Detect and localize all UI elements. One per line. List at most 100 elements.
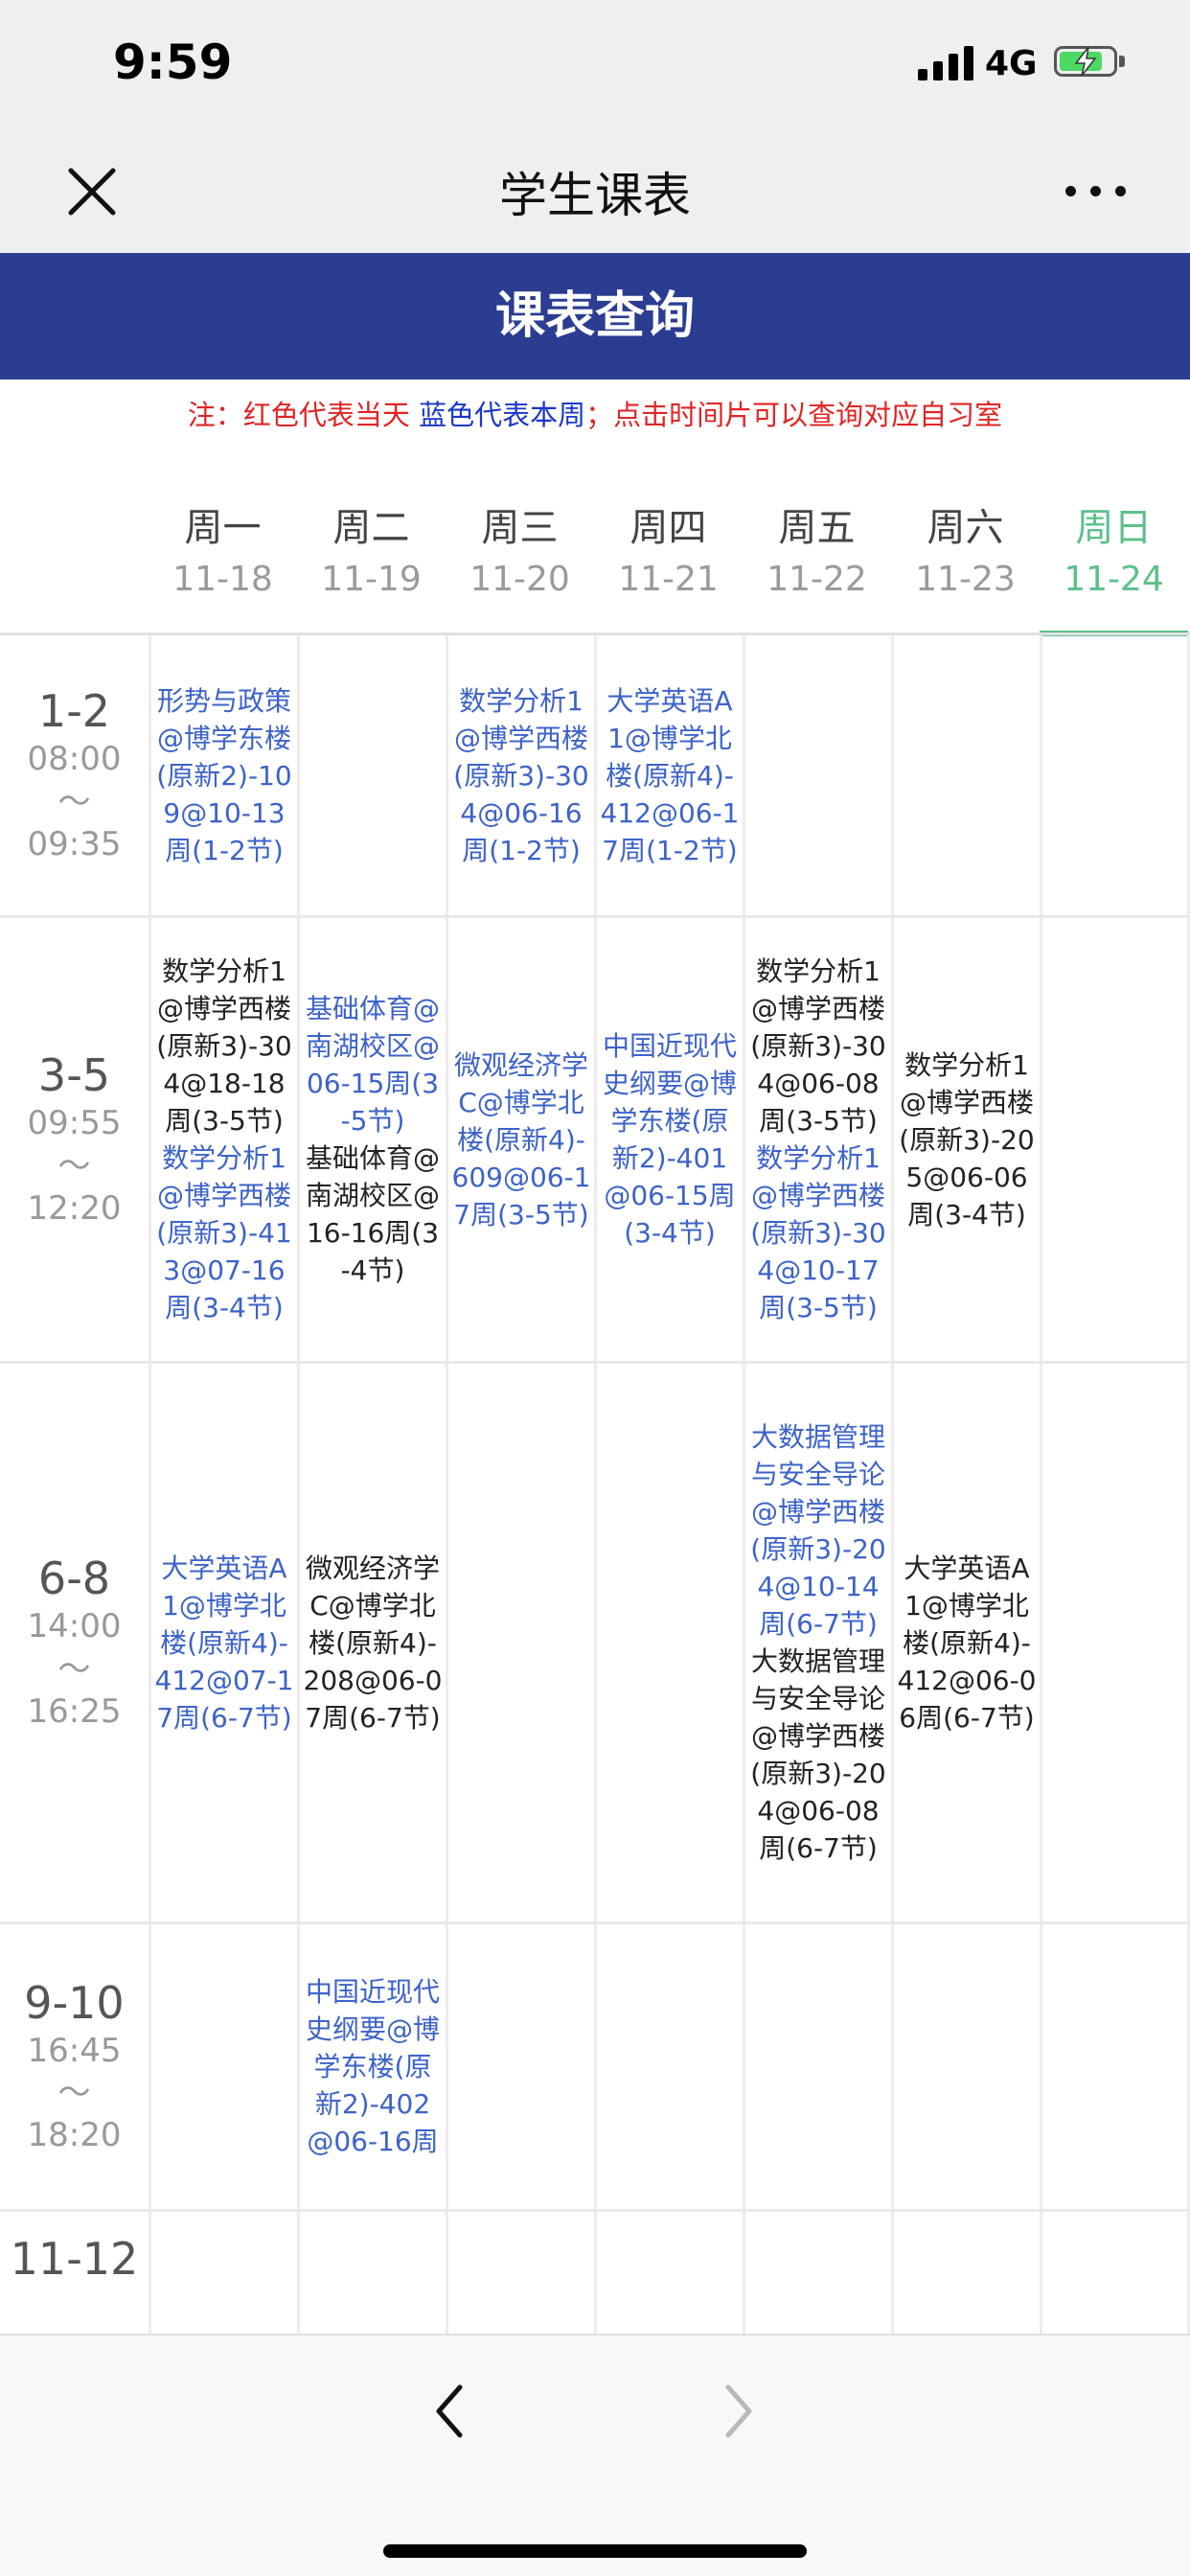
- course-entry[interactable]: 形势与政策@博学东楼(原新2)-109@10-13周(1-2节): [151, 682, 297, 869]
- schedule-cell[interactable]: 微观经济学C@博学北楼(原新4)-609@06-17周(3-5节): [446, 918, 594, 1361]
- schedule-cell[interactable]: 数学分析1@博学西楼(原新3)-304@06-08周(3-5节) 数学分析1@博学…: [743, 918, 891, 1361]
- day-name: 周五: [778, 506, 856, 550]
- day-date: 11-24: [1064, 560, 1164, 599]
- schedule-cell[interactable]: [1040, 1364, 1188, 1921]
- period-start: 16:45: [27, 2031, 122, 2070]
- course-entry[interactable]: 数学分析1@博学西楼(原新3)-304@06-08周(3-5节): [745, 953, 891, 1139]
- day-date: 11-22: [767, 560, 867, 599]
- schedule-cell[interactable]: 数学分析1@博学西楼(原新3)-304@18-18周(3-5节) 数学分析1@博学…: [149, 918, 297, 1361]
- day-tab[interactable]: 周五 11-22: [743, 470, 891, 632]
- status-time: 9:59: [113, 34, 233, 90]
- schedule-cell[interactable]: 大学英语A1@博学北楼(原新4)-412@07-17周(6-7节): [149, 1364, 297, 1921]
- course-entry[interactable]: 基础体育@南湖校区@06-15周(3-5节): [300, 990, 446, 1139]
- back-button[interactable]: [422, 2378, 479, 2445]
- course-entry[interactable]: 微观经济学C@博学北楼(原新4)-609@06-17周(3-5节): [448, 1046, 594, 1233]
- course-entry[interactable]: 基础体育@南湖校区@16-16周(3-4节): [300, 1139, 446, 1289]
- battery-charging-icon: [1054, 46, 1117, 77]
- day-date: 11-19: [321, 560, 422, 599]
- schedule-cell[interactable]: [891, 2212, 1040, 2334]
- battery-tip: [1119, 56, 1125, 67]
- schedule-cell[interactable]: [743, 635, 891, 915]
- period-label[interactable]: 3-5 09:55 ～ 12:20: [0, 918, 149, 1361]
- schedule-cell[interactable]: [594, 2212, 743, 2334]
- schedule-cell[interactable]: [297, 635, 446, 915]
- day-name: 周三: [481, 506, 559, 550]
- schedule-cell[interactable]: [1040, 2212, 1188, 2334]
- day-name: 周日: [1075, 506, 1153, 550]
- period-number: 6-8: [37, 1552, 111, 1605]
- period-end: 09:35: [27, 824, 122, 863]
- schedule-cell[interactable]: 形势与政策@博学东楼(原新2)-109@10-13周(1-2节): [149, 635, 297, 915]
- schedule-cell[interactable]: [297, 2212, 446, 2334]
- schedule-cell[interactable]: [594, 1364, 743, 1921]
- course-entry[interactable]: 大学英语A1@博学北楼(原新4)-412@06-06周(6-7节): [894, 1550, 1040, 1736]
- schedule-cell[interactable]: 中国近现代史纲要@博学东楼(原新2)-402@06-16周: [297, 1924, 446, 2209]
- schedule-cell[interactable]: [1040, 635, 1188, 915]
- network-type: 4G: [985, 44, 1038, 83]
- course-entry[interactable]: 数学分析1@博学西楼(原新3)-304@18-18周(3-5节): [151, 953, 297, 1139]
- schedule-cell[interactable]: 数学分析1@博学西楼(原新3)-304@06-16周(1-2节): [446, 635, 594, 915]
- period-number: 9-10: [24, 1976, 125, 2029]
- schedule-cell[interactable]: [446, 2212, 594, 2334]
- schedule-cell[interactable]: [1040, 918, 1188, 1361]
- course-entry[interactable]: 数学分析1@博学西楼(原新3)-413@07-16周(3-4节): [151, 1139, 297, 1326]
- day-tab[interactable]: 周日 11-24: [1040, 470, 1188, 636]
- schedule-cell[interactable]: 大学英语A1@博学北楼(原新4)-412@06-06周(6-7节): [891, 1364, 1040, 1921]
- period-label[interactable]: 1-2 08:00 ～ 09:35: [0, 635, 149, 915]
- schedule-cell[interactable]: 大学英语A1@博学北楼(原新4)-412@06-17周(1-2节): [594, 635, 743, 915]
- period-number: 1-2: [37, 685, 111, 738]
- course-entry[interactable]: 大数据管理与安全导论@博学西楼(原新3)-204@10-14周(6-7节): [745, 1418, 891, 1643]
- schedule-cell[interactable]: [743, 2212, 891, 2334]
- day-name: 周二: [332, 506, 410, 550]
- schedule-cell[interactable]: [149, 1924, 297, 2209]
- schedule-cell[interactable]: 大数据管理与安全导论@博学西楼(原新3)-204@10-14周(6-7节) 大数据…: [743, 1364, 891, 1921]
- day-tab[interactable]: 周一 11-18: [149, 470, 297, 632]
- period-start: 08:00: [27, 740, 122, 779]
- forward-button[interactable]: [709, 2378, 767, 2445]
- note-this-week: 蓝色代表本周: [419, 399, 586, 431]
- schedule-grid[interactable]: 1-2 08:00 ～ 09:35 形势与政策@博学东楼(原新2)-109@10-13周…: [0, 635, 1190, 2334]
- schedule-cell[interactable]: 微观经济学C@博学北楼(原新4)-208@06-07周(6-7节): [297, 1364, 446, 1921]
- schedule-cell[interactable]: 中国近现代史纲要@博学东楼(原新2)-401@06-15周(3-4节): [594, 918, 743, 1361]
- course-entry[interactable]: 大学英语A1@博学北楼(原新4)-412@07-17周(6-7节): [151, 1550, 297, 1736]
- schedule-cell[interactable]: [594, 1924, 743, 2209]
- schedule-cell[interactable]: [446, 1924, 594, 2209]
- day-tab[interactable]: 周四 11-21: [594, 470, 743, 632]
- day-name: 周六: [927, 506, 1004, 550]
- chevron-left-icon: [436, 2384, 463, 2438]
- period-start: 14:00: [27, 1607, 122, 1646]
- schedule-cell[interactable]: [891, 635, 1040, 915]
- schedule-cell[interactable]: [1040, 1924, 1188, 2209]
- course-entry[interactable]: 数学分析1@博学西楼(原新3)-304@06-16周(1-2节): [448, 682, 594, 869]
- course-entry[interactable]: 微观经济学C@博学北楼(原新4)-208@06-07周(6-7节): [300, 1550, 446, 1736]
- day-date: 11-20: [469, 560, 570, 599]
- header-banner: 课表查询: [0, 253, 1190, 380]
- period-label[interactable]: 6-8 14:00 ～ 16:25: [0, 1364, 149, 1921]
- day-tab[interactable]: 周三 11-20: [446, 470, 594, 632]
- period-label[interactable]: 9-10 16:45 ～ 18:20: [0, 1924, 149, 2209]
- schedule-cell[interactable]: 基础体育@南湖校区@06-15周(3-5节) 基础体育@南湖校区@16-16周(3…: [297, 918, 446, 1361]
- schedule-cell[interactable]: [446, 1364, 594, 1921]
- course-entry[interactable]: 数学分析1@博学西楼(原新3)-205@06-06周(3-4节): [894, 1046, 1040, 1233]
- note-hint: ；点击时间片可以查询对应自习室: [585, 399, 1003, 431]
- day-tab[interactable]: 周二 11-19: [297, 470, 446, 632]
- course-entry[interactable]: 数学分析1@博学西楼(原新3)-304@10-17周(3-5节): [745, 1139, 891, 1326]
- bottom-toolbar: [0, 2334, 1190, 2576]
- schedule-cell[interactable]: [743, 1924, 891, 2209]
- schedule-cell[interactable]: 数学分析1@博学西楼(原新3)-205@06-06周(3-4节): [891, 918, 1040, 1361]
- course-entry[interactable]: 中国近现代史纲要@博学东楼(原新2)-402@06-16周: [300, 1973, 446, 2160]
- period-end: 18:20: [27, 2116, 122, 2155]
- schedule-cell[interactable]: [149, 2212, 297, 2334]
- period-end: 12:20: [27, 1188, 122, 1228]
- course-entry[interactable]: 中国近现代史纲要@博学东楼(原新2)-401@06-15周(3-4节): [597, 1027, 743, 1252]
- schedule-cell[interactable]: [891, 1924, 1040, 2209]
- period-separator: ～: [57, 1649, 91, 1689]
- course-entry[interactable]: 大数据管理与安全导论@博学西楼(原新3)-204@06-08周(6-7节): [745, 1643, 891, 1867]
- period-number: 3-5: [37, 1049, 111, 1102]
- day-name: 周四: [629, 506, 707, 550]
- course-entry[interactable]: 大学英语A1@博学北楼(原新4)-412@06-17周(1-2节): [597, 682, 743, 869]
- legend-note: 注：红色代表当天 蓝色代表本周；点击时间片可以查询对应自习室: [0, 393, 1190, 433]
- more-button[interactable]: [1065, 172, 1127, 211]
- period-label[interactable]: 11-12: [0, 2233, 149, 2286]
- day-tab[interactable]: 周六 11-23: [891, 470, 1040, 632]
